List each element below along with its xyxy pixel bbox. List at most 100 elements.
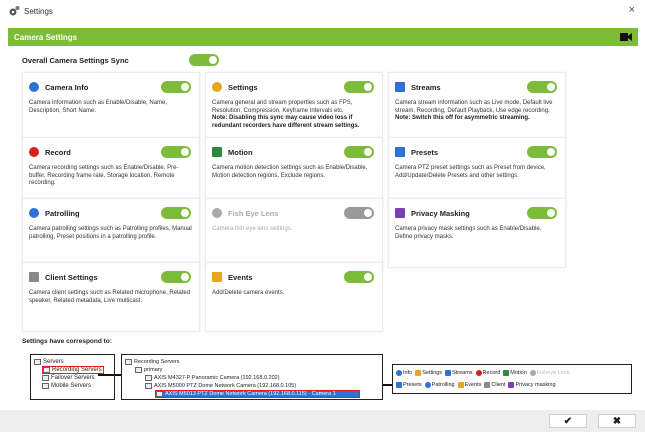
card-motion: Motion Camera motion detection settings s… [205,137,383,207]
legend-item-events: Events [457,382,481,388]
sync-legend: Info Settings Streams Record Motion Fish… [392,364,632,394]
card-sync-toggle[interactable] [344,81,374,93]
card-sync-toggle[interactable] [161,81,191,93]
card-privacy-masking: Privacy Masking Camera privacy mask setti… [388,198,566,268]
card-settings: Settings Camera general and stream proper… [205,72,383,142]
card-presets: Presets Camera PTZ preset settings such a… [388,137,566,207]
legend-item-client: Client [484,382,505,388]
legend-item-patrolling: Patrolling [424,382,455,388]
legend-row-1: Info Settings Streams Record Motion Fish… [396,367,628,379]
settings-gear-icon [9,6,20,16]
card-description: Camera general and stream properties suc… [212,100,353,114]
card-events: Events Add/Delete camera events. [205,262,383,332]
close-icon[interactable]: × [629,4,635,16]
settings-icon [415,370,422,376]
legend-item-fisheye: Fisheye Lens [529,370,570,376]
cancel-button[interactable]: ✖ [598,414,636,428]
card-sync-toggle[interactable] [161,271,191,283]
check-icon: ✔ [563,415,573,427]
server-icon [43,367,50,373]
streams-icon [395,82,405,92]
servers-tree[interactable]: Servers Recording Servers Failover Serve… [30,354,115,400]
overall-sync-label: Overall Camera Settings Sync [22,55,129,65]
card-sync-toggle[interactable] [527,146,557,158]
connector-arrow-left [98,374,122,376]
card-sync-toggle[interactable] [344,207,374,219]
card-sync-toggle[interactable] [161,146,191,158]
presets-icon [396,382,402,388]
mobile-icon [42,383,49,389]
header-title: Camera Settings [14,32,78,42]
card-description: Camera client settings such as Related m… [29,290,191,304]
camera-icon [145,383,152,389]
motion-icon [212,147,222,157]
card-note: Note: Switch this off for asymmetric str… [395,115,530,121]
fisheye-icon [212,208,222,218]
card-sync-toggle[interactable] [527,207,557,219]
info-icon [29,82,39,92]
correspond-label: Settings have correspond to: [22,338,112,345]
card-description: Camera recording settings such as Enable… [29,165,179,186]
card-sync-toggle[interactable] [527,81,557,93]
card-camera-info: Camera Info Camera information such as En… [22,72,200,142]
close-icon: ✖ [612,415,622,427]
folder-icon [125,359,132,365]
recording-servers-tree[interactable]: Recording Servers primary AXIS M4327-P P… [121,354,383,400]
window-title: Settings [24,6,53,16]
card-note: Note: Disabling this sync may cause vide… [212,115,360,129]
motion-icon [503,370,510,376]
streams-icon [445,370,452,376]
tree-node-camera[interactable]: AXIS M5000 PTZ Dome Network Camera (192.… [145,382,379,390]
events-icon [457,382,464,388]
tree-node-servers[interactable]: Servers [34,358,111,366]
card-sync-toggle[interactable] [344,146,374,158]
tree-node-camera-selected[interactable]: AXIS M5013 PTZ Dome Network Camera (192.… [155,390,360,398]
record-icon [29,147,39,157]
card-client-settings: Client Settings Camera client settings su… [22,262,200,332]
card-description: Camera stream information such as Live m… [395,100,553,114]
settings-icon [212,82,222,92]
card-description: Camera PTZ preset settings such as Prese… [395,165,546,179]
card-sync-toggle[interactable] [344,271,374,283]
card-description: Camera information such as Enable/Disabl… [29,100,168,114]
card-description: Add/Delete camera events. [212,290,285,296]
ok-button[interactable]: ✔ [549,414,587,428]
card-record: Record Camera recording settings such as … [22,137,200,207]
card-description: Camera privacy mask settings such as Ena… [395,226,542,240]
card-fish-eye-lens: Fish Eye Lens Camera fish eye lens settin… [205,198,383,268]
legend-item-record: Record [475,370,500,376]
privacy-icon [508,382,515,388]
tree-node-recording-servers-root[interactable]: Recording Servers [125,358,379,366]
tree-node-recording-servers[interactable]: Recording Servers [42,366,104,374]
events-icon [212,272,222,282]
client-icon [484,382,491,388]
legend-item-motion: Motion [503,370,527,376]
legend-item-settings: Settings [415,370,442,376]
folder-icon [34,359,41,365]
overall-sync-toggle[interactable] [188,54,219,66]
card-description: Camera fish eye lens settings. [212,226,293,232]
record-icon [475,370,482,376]
legend-item-info: Info [396,370,412,376]
fisheye-icon [529,370,536,376]
title-bar: Settings × [0,0,645,22]
legend-item-streams: Streams [445,370,473,376]
card-description: Camera patrolling settings such as Patro… [29,226,192,240]
camera-icon [620,33,632,41]
tree-node-mobile-servers[interactable]: Mobile Servers [42,382,111,390]
legend-item-privacy: Privacy masking [508,382,556,388]
card-streams: Streams Camera stream information such as… [388,72,566,142]
info-icon [396,370,402,376]
card-description: Camera motion detection settings such as… [212,165,368,179]
camera-icon [156,391,163,397]
tree-node-primary[interactable]: primary [135,366,379,374]
card-sync-toggle[interactable] [161,207,191,219]
server-icon [42,375,49,381]
presets-icon [395,147,405,157]
tree-node-camera[interactable]: AXIS M4327-P Panoramic Camera (192.168.0… [145,374,379,382]
card-patrolling: Patrolling Camera patrolling settings suc… [22,198,200,268]
legend-item-presets: Presets [396,382,422,388]
camera-settings-header: Camera Settings [8,28,638,46]
legend-row-2: Presets Patrolling Events Client Privacy… [396,379,628,391]
patrolling-icon [29,208,39,218]
